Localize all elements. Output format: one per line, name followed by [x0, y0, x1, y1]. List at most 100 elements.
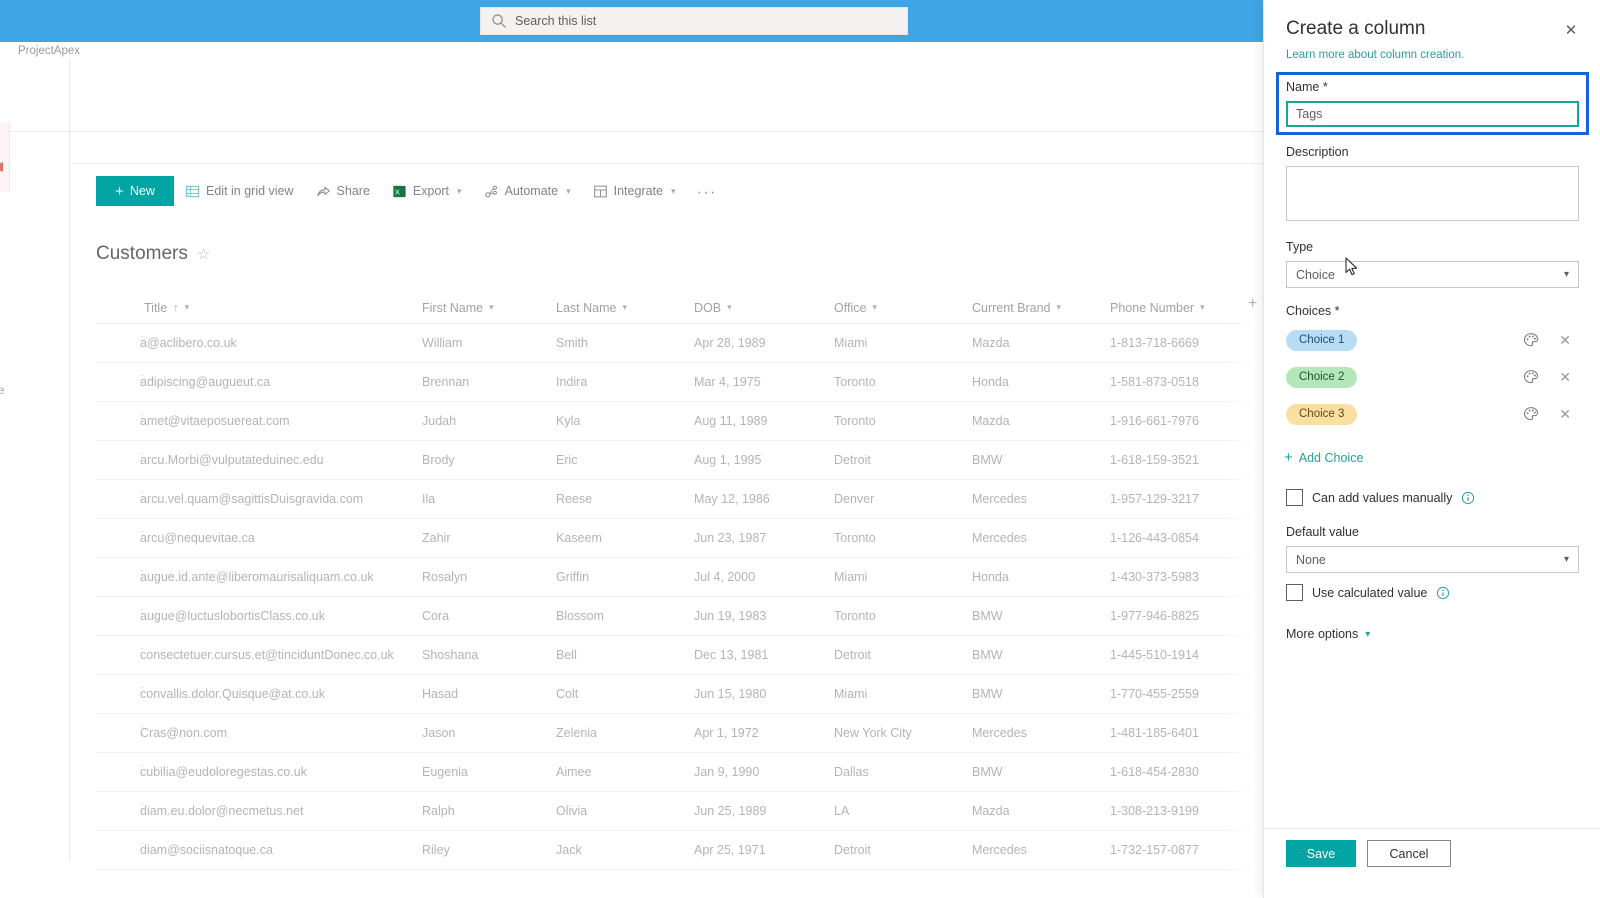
- add-column-button[interactable]: +: [1248, 296, 1257, 312]
- choice-pill-input[interactable]: Choice 1: [1286, 329, 1358, 351]
- info-icon[interactable]: [1461, 491, 1475, 505]
- column-header-dob[interactable]: DOB ▾: [694, 301, 834, 315]
- cell-title[interactable]: cubilia@eudoloregestas.co.uk: [96, 765, 422, 779]
- cell-title[interactable]: diam@sociisnatoque.ca: [96, 843, 422, 857]
- cell-title[interactable]: arcu@nequevitae.ca: [96, 531, 422, 545]
- cell-first: Rosalyn: [422, 570, 468, 584]
- link-arrow-icon: [141, 375, 143, 377]
- cell-last: Colt: [556, 687, 579, 701]
- table-row[interactable]: adipiscing@augueut.ca Brennan Indira Mar 4,…: [96, 363, 1262, 402]
- plus-icon: +: [115, 182, 124, 200]
- table-row[interactable]: consectetuer.cursus.et@tinciduntDonec.co…: [96, 636, 1262, 675]
- name-input[interactable]: [1286, 101, 1579, 127]
- cell-title[interactable]: a@aclibero.co.uk: [96, 336, 422, 350]
- info-icon[interactable]: [1436, 586, 1450, 600]
- cell-office: Denver: [834, 492, 875, 506]
- cell-title[interactable]: diam.eu.dolor@necmetus.net: [96, 804, 422, 818]
- cell-first: Riley: [422, 843, 450, 857]
- learn-more-link[interactable]: Learn more about column creation.: [1286, 49, 1578, 61]
- palette-icon[interactable]: [1523, 406, 1539, 422]
- share-button[interactable]: Share: [305, 176, 381, 206]
- cell-phone: 1-126-443-0854: [1110, 531, 1199, 545]
- cell-title[interactable]: convallis.dolor.Quisque@at.co.uk: [96, 687, 422, 701]
- integrate-label: Integrate: [613, 184, 663, 198]
- table-row[interactable]: arcu@nequevitae.ca Zahir Kaseem Jun 23, 198…: [96, 519, 1262, 558]
- new-button[interactable]: + New: [96, 176, 174, 206]
- cell-last: Bell: [556, 648, 577, 662]
- cell-first: Shoshana: [422, 648, 479, 662]
- table-row[interactable]: cubilia@eudoloregestas.co.uk Eugenia Aimee…: [96, 753, 1262, 792]
- breadcrumb[interactable]: ProjectApex: [18, 45, 80, 57]
- cell-title[interactable]: consectetuer.cursus.et@tinciduntDonec.co…: [96, 648, 422, 662]
- more-options-toggle[interactable]: More options ▾: [1286, 627, 1370, 641]
- table-row[interactable]: augue@luctuslobortisClass.co.uk Cora Bloss…: [96, 597, 1262, 636]
- column-header-phone-number[interactable]: Phone Number ▾: [1110, 301, 1250, 315]
- table-row[interactable]: arcu.vel.quam@sagittisDuisgravida.com Ila…: [96, 480, 1262, 519]
- required-asterisk: *: [1322, 80, 1328, 94]
- column-header-last-name[interactable]: Last Name ▾: [556, 301, 694, 315]
- column-header-title[interactable]: Title ↑ ▾: [96, 301, 422, 315]
- cell-title[interactable]: adipiscing@augueut.ca: [96, 375, 422, 389]
- cell-phone: 1-813-718-6669: [1110, 336, 1199, 350]
- integrate-button[interactable]: Integrate ▾: [582, 176, 687, 206]
- panel-title: Create a column: [1286, 18, 1426, 39]
- table-row[interactable]: diam.eu.dolor@necmetus.net Ralph Olivia Jun…: [96, 792, 1262, 831]
- cell-title[interactable]: amet@vitaeposuereat.com: [96, 414, 422, 428]
- cell-phone: 1-308-213-9199: [1110, 804, 1199, 818]
- remove-choice-icon[interactable]: ✕: [1559, 333, 1571, 347]
- default-value-select-value: None: [1296, 552, 1326, 567]
- cell-title[interactable]: arcu.vel.quam@sagittisDuisgravida.com: [96, 492, 422, 506]
- chevron-down-icon: ▾: [727, 302, 732, 312]
- remove-choice-icon[interactable]: ✕: [1559, 407, 1571, 421]
- table-row[interactable]: Cras@non.com Jason Zelenia Apr 1, 1972 New Y…: [96, 714, 1262, 753]
- cell-title[interactable]: Cras@non.com: [96, 726, 422, 740]
- choice-pill-input[interactable]: Choice 3: [1286, 403, 1358, 425]
- can-add-values-manually-checkbox[interactable]: Can add values manually: [1286, 489, 1475, 506]
- description-textarea[interactable]: [1286, 166, 1579, 221]
- table-row[interactable]: augue.id.ante@liberomaurisaliquam.co.uk R…: [96, 558, 1262, 597]
- cell-title[interactable]: augue@luctuslobortisClass.co.uk: [96, 609, 422, 623]
- cell-title[interactable]: arcu.Morbi@vulputateduinec.edu: [96, 453, 422, 467]
- default-value-select[interactable]: None ▾: [1286, 546, 1579, 573]
- cell-title-text: augue.id.ante@liberomaurisaliquam.co.uk: [140, 570, 374, 584]
- cell-brand: BMW: [972, 765, 1003, 779]
- save-button[interactable]: Save: [1286, 840, 1356, 867]
- column-header-office[interactable]: Office ▾: [834, 301, 972, 315]
- add-choice-button[interactable]: + Add Choice: [1284, 450, 1363, 465]
- table-row[interactable]: a@aclibero.co.uk William Smith Apr 28, 1989…: [96, 324, 1262, 363]
- cell-phone: 1-977-946-8825: [1110, 609, 1199, 623]
- choice-row: Choice 2 ✕: [1286, 364, 1579, 390]
- palette-icon[interactable]: [1523, 369, 1539, 385]
- cell-brand: BMW: [972, 609, 1003, 623]
- palette-icon[interactable]: [1523, 332, 1539, 348]
- export-button[interactable]: X Export ▾: [381, 176, 473, 206]
- table-row[interactable]: diam@sociisnatoque.ca Riley Jack Apr 25, 19…: [96, 831, 1262, 870]
- cell-office: Miami: [834, 687, 868, 701]
- close-icon[interactable]: ✕: [1558, 17, 1584, 43]
- cell-dob: Jul 4, 2000: [694, 570, 756, 584]
- use-calculated-value-checkbox[interactable]: Use calculated value: [1286, 584, 1450, 601]
- column-header-last-name-label: Last Name: [556, 300, 617, 315]
- cell-office: Detroit: [834, 453, 871, 467]
- table-row[interactable]: arcu.Morbi@vulputateduinec.edu Brody Eric A…: [96, 441, 1262, 480]
- rail-item-2[interactable]: mplate: [0, 385, 5, 397]
- export-label: Export: [412, 184, 450, 198]
- cancel-button[interactable]: Cancel: [1367, 840, 1451, 867]
- more-commands-button[interactable]: ···: [687, 183, 727, 200]
- column-header-first-name[interactable]: First Name ▾: [422, 301, 556, 315]
- star-icon[interactable]: ☆: [197, 245, 210, 263]
- table-row[interactable]: convallis.dolor.Quisque@at.co.uk Hasad Col…: [96, 675, 1262, 714]
- cell-title[interactable]: augue.id.ante@liberomaurisaliquam.co.uk: [96, 570, 422, 584]
- column-header-current-brand[interactable]: Current Brand ▾: [972, 301, 1110, 315]
- cell-office: LA: [834, 804, 850, 818]
- grid-icon: [185, 185, 200, 197]
- edit-in-grid-view-button[interactable]: Edit in grid view: [174, 176, 305, 206]
- choice-pill-input[interactable]: Choice 2: [1286, 366, 1358, 388]
- search-list-box[interactable]: Search this list: [480, 7, 908, 35]
- type-select[interactable]: Choice ▾: [1286, 261, 1579, 288]
- chevron-down-icon: ▾: [670, 185, 676, 196]
- automate-button[interactable]: Automate ▾: [473, 176, 582, 206]
- remove-choice-icon[interactable]: ✕: [1559, 370, 1571, 384]
- cell-brand: BMW: [972, 648, 1003, 662]
- table-row[interactable]: amet@vitaeposuereat.com Judah Kyla Aug 11, …: [96, 402, 1262, 441]
